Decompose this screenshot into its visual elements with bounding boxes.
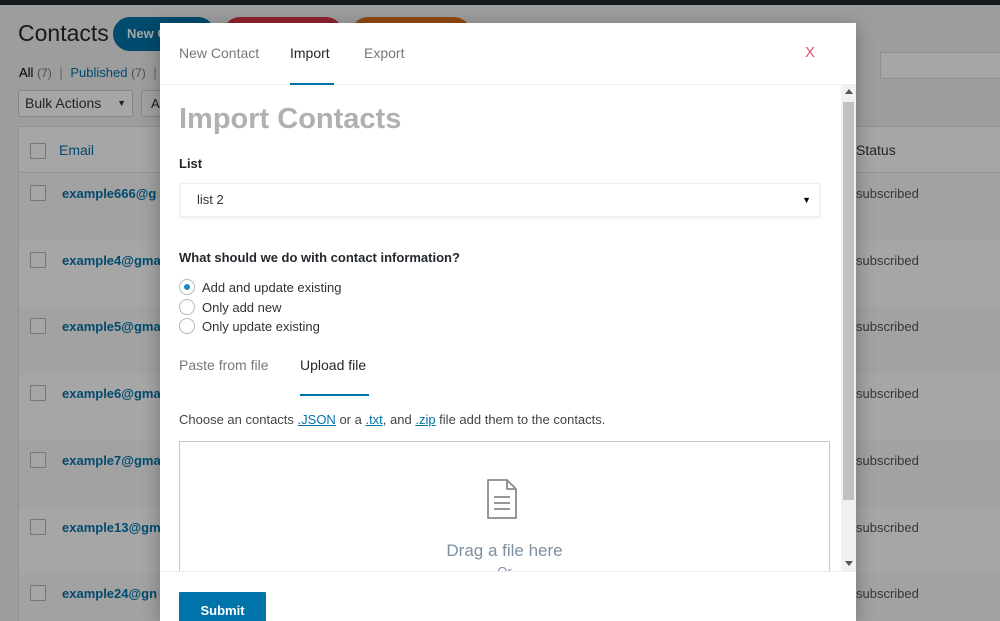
or-text: Or	[180, 564, 829, 571]
radio-only-add-new[interactable]	[179, 299, 195, 315]
tab-export[interactable]: Export	[364, 45, 404, 61]
file-icon	[487, 479, 517, 519]
tab-import[interactable]: Import	[290, 45, 330, 61]
list-select[interactable]: list 2 ▼	[180, 183, 820, 217]
close-button[interactable]: X	[805, 44, 815, 61]
dropdown-arrow-icon: ▼	[802, 195, 811, 205]
help-suffix: file add them to the contacts.	[435, 412, 606, 427]
contacts-modal: New Contact Import Export X Import Conta…	[160, 23, 856, 621]
drag-file-text: Drag a file here	[446, 541, 563, 560]
option-label: Only add new	[202, 300, 282, 315]
file-dropzone[interactable]: Drag a file here Or	[179, 441, 830, 571]
scrollbar-thumb[interactable]	[843, 102, 854, 500]
txt-link[interactable]: .txt	[365, 412, 382, 427]
list-label: List	[179, 156, 203, 171]
tab-new-contact[interactable]: New Contact	[179, 45, 259, 61]
help-mid: or a	[335, 412, 366, 427]
tab-upload-file[interactable]: Upload file	[300, 357, 366, 373]
option-label: Only update existing	[202, 319, 320, 334]
submit-button[interactable]: Submit	[179, 592, 266, 621]
help-mid: , and	[382, 412, 416, 427]
tab-paste-from-file[interactable]: Paste from file	[179, 357, 268, 373]
modal-footer: Submit	[160, 571, 856, 621]
contact-info-question: What should we do with contact informati…	[179, 250, 460, 265]
modal-header: New Contact Import Export X	[160, 23, 856, 85]
scroll-up-icon[interactable]	[845, 89, 853, 94]
zip-link[interactable]: .zip	[415, 412, 435, 427]
json-link[interactable]: .JSON	[298, 412, 336, 427]
modal-scrollbar[interactable]	[841, 85, 856, 571]
list-selected-value: list 2	[197, 192, 224, 207]
radio-add-update-existing[interactable]	[179, 279, 195, 295]
active-source-tab-indicator	[300, 394, 369, 396]
modal-body: Import Contacts List list 2 ▼ What shoul…	[160, 85, 856, 571]
scroll-down-icon[interactable]	[845, 561, 853, 566]
help-prefix: Choose an contacts	[179, 412, 298, 427]
option-label: Add and update existing	[202, 280, 342, 295]
upload-help-text: Choose an contacts .JSON or a .txt, and …	[179, 412, 605, 427]
radio-only-update-existing[interactable]	[179, 318, 195, 334]
import-title: Import Contacts	[179, 103, 402, 135]
